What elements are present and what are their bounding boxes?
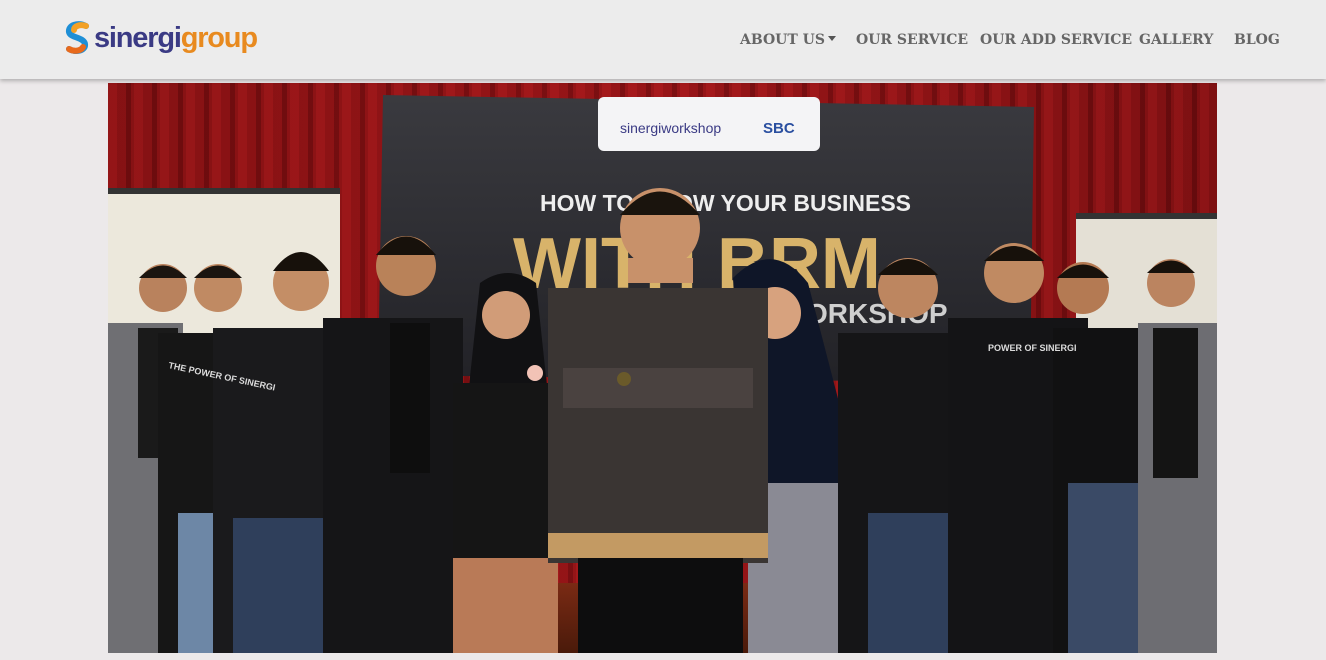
banner-logo-left: sinergiworkshop <box>620 120 721 136</box>
caret-down-icon <box>827 35 836 41</box>
nav-item-about-us[interactable]: ABOUT US <box>740 27 836 53</box>
main-nav: ABOUT US OUR SERVICE OUR ADD SERVICE GAL… <box>0 27 1326 53</box>
nav-item-blog[interactable]: BLOG <box>1234 27 1280 53</box>
nav-item-gallery[interactable]: GALLERY <box>1139 27 1213 53</box>
top-navbar: sinergigroup ABOUT US OUR SERVICE OUR AD… <box>0 0 1326 79</box>
hero-photo: sinergiworkshop SBC HOW TO GROW YOUR BUS… <box>108 83 1217 653</box>
nav-item-about-us-label: ABOUT US <box>740 32 825 48</box>
nav-item-our-service[interactable]: OUR SERVICE <box>856 27 968 53</box>
tee-print-right: POWER OF SINERGI <box>988 343 1077 353</box>
banner-logo-right: SBC <box>763 120 795 137</box>
group-photo-image: sinergiworkshop SBC HOW TO GROW YOUR BUS… <box>108 83 1217 653</box>
banner-line1: HOW TO GROW YOUR BUSINESS <box>540 190 911 216</box>
nav-item-our-add-service[interactable]: OUR ADD SERVICE <box>980 27 1132 53</box>
